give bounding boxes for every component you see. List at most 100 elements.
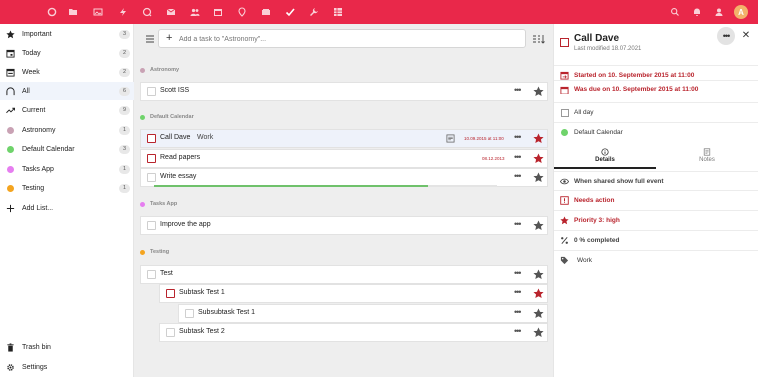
sidebar-item-important[interactable]: Important 3 (0, 25, 134, 43)
notifications-icon[interactable] (690, 5, 704, 19)
dashboard-icon[interactable] (45, 5, 59, 19)
sidebar-item-tasks-app[interactable]: Tasks App 1 (0, 160, 134, 178)
tab-details[interactable]: Details (554, 147, 656, 169)
count-badge: 9 (119, 105, 130, 115)
star-icon[interactable] (533, 172, 544, 183)
avatar[interactable]: A (734, 5, 748, 19)
task-title: Subtask Test 1 (179, 289, 225, 296)
more-icon[interactable]: ••• (514, 287, 522, 297)
deck-icon[interactable] (259, 5, 273, 19)
completion-row[interactable]: 0 % completed (554, 230, 758, 250)
detail-title[interactable]: Call Dave (574, 33, 619, 44)
sidebar-item-current[interactable]: Current 9 (0, 101, 134, 119)
task-checkbox[interactable] (185, 309, 194, 318)
section-header-astronomy[interactable]: Astronomy (140, 67, 179, 73)
more-icon[interactable]: ••• (514, 219, 522, 229)
more-icon[interactable]: ••• (514, 171, 522, 181)
all-day-row[interactable]: All day (554, 102, 758, 122)
tags-row[interactable]: Work (554, 250, 758, 270)
calendar-row[interactable]: Default Calendar (554, 122, 758, 142)
section-header-tasks-app[interactable]: Tasks App (140, 201, 177, 207)
subtask-row[interactable]: Subtask Test 2 ••• (159, 323, 548, 342)
star-icon[interactable] (533, 327, 544, 338)
more-icon[interactable]: ••• (514, 85, 522, 95)
sidebar-item-label: Important (22, 30, 52, 38)
task-checkbox[interactable] (147, 134, 156, 143)
task-row[interactable]: Call Dave Work 10.09.2015 at 11:00 ••• (140, 129, 548, 148)
task-row[interactable]: Test ••• (140, 265, 548, 284)
more-options-button[interactable]: ••• (717, 27, 735, 45)
star-icon[interactable] (533, 288, 544, 299)
sort-icon[interactable] (532, 33, 546, 45)
due-date-row[interactable]: Was due on 10. September 2015 at 11:00 (554, 80, 758, 94)
section-header-testing[interactable]: Testing (140, 249, 169, 255)
task-checkbox[interactable] (166, 328, 175, 337)
mail-icon[interactable] (164, 5, 178, 19)
calendar-icon[interactable] (211, 5, 225, 19)
more-icon[interactable]: ••• (514, 326, 522, 336)
sidebar-item-default-calendar[interactable]: Default Calendar 3 (0, 140, 134, 158)
status-row[interactable]: Needs action (554, 190, 758, 210)
more-icon[interactable]: ••• (514, 132, 522, 142)
star-icon[interactable] (533, 269, 544, 280)
talk-icon[interactable] (140, 5, 154, 19)
task-row[interactable]: Read papers 08.12.2013 ••• (140, 149, 548, 168)
task-row[interactable]: Improve the app ••• (140, 216, 548, 235)
task-checkbox[interactable] (147, 173, 156, 182)
star-icon[interactable] (533, 220, 544, 231)
star-icon[interactable] (533, 153, 544, 164)
task-title: Improve the app (160, 221, 211, 228)
priority-row[interactable]: Priority 3: high (554, 210, 758, 230)
more-icon[interactable]: ••• (514, 152, 522, 162)
maps-icon[interactable] (235, 5, 249, 19)
list-color-dot (5, 183, 15, 193)
sidebar-item-today[interactable]: Today 2 (0, 44, 134, 62)
more-icon[interactable]: ••• (514, 307, 522, 317)
list-color-dot (140, 114, 145, 120)
all-day-label: All day (574, 109, 594, 116)
task-progress-fill (154, 185, 429, 187)
visibility-row[interactable]: When shared show full event (554, 171, 758, 191)
task-row[interactable]: Write essay ••• (140, 168, 548, 187)
photos-icon[interactable] (91, 5, 105, 19)
contacts-icon[interactable] (188, 5, 202, 19)
close-button[interactable]: ✕ (740, 29, 752, 41)
star-icon[interactable] (533, 133, 544, 144)
sidebar-item-testing[interactable]: Testing 1 (0, 179, 134, 197)
activity-icon[interactable] (116, 5, 130, 19)
search-icon[interactable] (668, 5, 682, 19)
task-checkbox[interactable] (147, 154, 156, 163)
task-row[interactable]: Scott ISS ••• (140, 82, 548, 101)
trash-bin-button[interactable]: Trash bin (0, 338, 134, 356)
hamburger-menu-icon[interactable] (144, 33, 156, 45)
info-icon (601, 148, 609, 156)
tasks-icon[interactable] (283, 5, 297, 19)
task-due-date: 08.12.2013 (482, 155, 505, 161)
sidebar-item-all[interactable]: All 6 (0, 82, 134, 100)
detail-task-checkbox[interactable] (560, 38, 569, 47)
subtask-row[interactable]: Subtask Test 1 ••• (159, 284, 548, 303)
all-day-checkbox[interactable] (560, 108, 569, 117)
contacts-menu-icon[interactable] (712, 5, 726, 19)
add-task-input[interactable] (179, 33, 519, 45)
add-list-button[interactable]: Add List... (0, 199, 134, 217)
star-icon[interactable] (533, 308, 544, 319)
task-checkbox[interactable] (147, 221, 156, 230)
section-header-default-calendar[interactable]: Default Calendar (140, 114, 194, 120)
add-task-bar[interactable]: + (158, 29, 526, 48)
task-checkbox[interactable] (166, 289, 175, 298)
sidebar-item-astronomy[interactable]: Astronomy 1 (0, 121, 134, 139)
more-icon[interactable]: ••• (514, 268, 522, 278)
settings-button[interactable]: Settings (0, 358, 134, 376)
settings-icon[interactable] (307, 5, 321, 19)
task-checkbox[interactable] (147, 270, 156, 279)
section-title: Default Calendar (150, 114, 194, 120)
table-icon[interactable] (331, 5, 345, 19)
sidebar-item-week[interactable]: Week 2 (0, 63, 134, 81)
task-checkbox[interactable] (147, 87, 156, 96)
files-icon[interactable] (66, 5, 80, 19)
subtask-row[interactable]: Subsubtask Test 1 ••• (178, 304, 548, 323)
star-icon[interactable] (533, 86, 544, 97)
tab-notes[interactable]: Notes (656, 147, 758, 169)
count-badge: 2 (119, 48, 130, 58)
